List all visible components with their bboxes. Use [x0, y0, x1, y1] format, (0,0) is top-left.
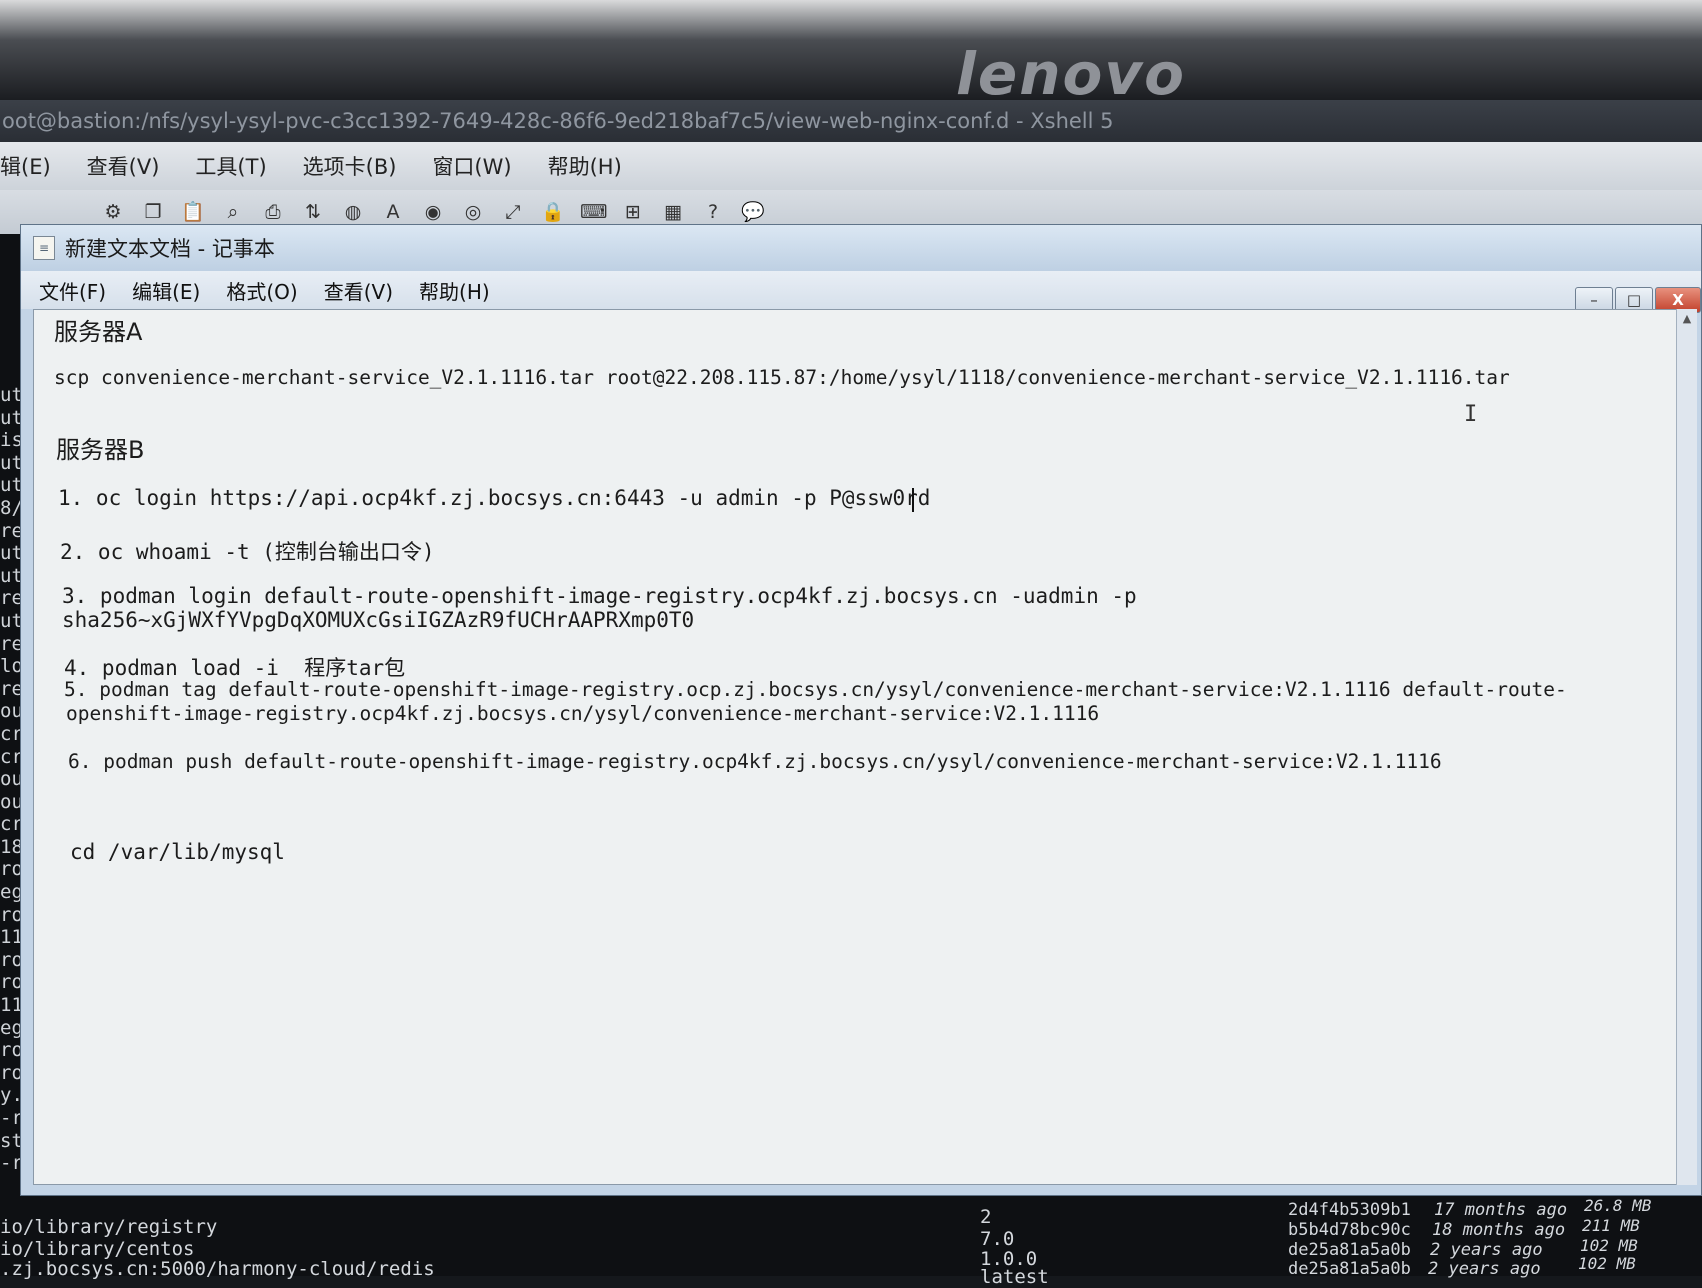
menu-file[interactable]: 文件(F)	[39, 276, 106, 305]
terminal-size: 102 MB	[1578, 1254, 1636, 1273]
vertical-scrollbar[interactable]: ▲	[1676, 309, 1697, 1185]
terminal-created: 17 months ago	[1434, 1200, 1568, 1220]
xshell-menu-window[interactable]: 窗口(W)	[432, 151, 511, 181]
step-1-line: 1. oc login https://api.ocp4kf.zj.bocsys…	[58, 486, 931, 510]
lock-icon[interactable]: 🔒	[540, 200, 566, 224]
step-3-line-2: sha256~xGjWXfYVpgDqXOMUXcGsiIGZAzR9fUCHr…	[62, 608, 695, 632]
notepad-title-text: 新建文本文档 - 记事本	[65, 237, 275, 261]
menu-edit[interactable]: 编辑(E)	[132, 276, 200, 305]
terminal-image-id: de25a81a5a0b	[1288, 1259, 1411, 1279]
step-2-line: 2. oc whoami -t (控制台输出口令)	[60, 540, 435, 564]
xshell-title-bar: oot@bastion:/nfs/ysyl-ysyl-pvc-c3cc1392-…	[0, 100, 1702, 142]
search-icon[interactable]: ⌕	[220, 200, 246, 224]
font-icon[interactable]: A	[380, 200, 406, 224]
xshell-menu-bar: 辑(E) 查看(V) 工具(T) 选项卡(B) 窗口(W) 帮助(H)	[0, 142, 1702, 190]
xshell-menu-help[interactable]: 帮助(H)	[548, 151, 622, 181]
transfer-icon[interactable]: ⇅	[300, 200, 326, 224]
menu-view[interactable]: 查看(V)	[324, 276, 393, 305]
terminal-tag: 2	[980, 1206, 992, 1228]
globe-icon[interactable]: ◍	[340, 200, 366, 224]
print-icon[interactable]: ⎙	[260, 200, 286, 224]
terminal-image-id: 2d4f4b5309b1	[1288, 1200, 1411, 1220]
terminal-repo: io/library/centos	[0, 1238, 195, 1260]
step-5-line-1: 5. podman tag default-route-openshift-im…	[64, 678, 1567, 701]
terminal-image-id: b5b4d78bc90c	[1288, 1220, 1411, 1240]
notepad-app-icon: ≡	[33, 236, 55, 260]
menu-help[interactable]: 帮助(H)	[419, 276, 490, 305]
server-b-heading: 服务器B	[56, 436, 145, 464]
terminal-repo: .zj.bocsys.cn:5000/harmony-cloud/redis	[0, 1258, 435, 1280]
notepad-title-bar[interactable]: ≡ 新建文本文档 - 记事本	[21, 225, 1701, 271]
notepad-text-area[interactable]: 服务器A scp convenience-merchant-service_V2…	[33, 309, 1677, 1185]
terminal-size: 211 MB	[1582, 1216, 1640, 1235]
cd-command-line: cd /var/lib/mysql	[70, 840, 285, 864]
settings-icon[interactable]: ⚙	[100, 200, 126, 224]
xshell-menu-tools[interactable]: 工具(T)	[195, 151, 266, 181]
ibeam-cursor-icon: I	[1464, 402, 1478, 427]
xshell-title-text: oot@bastion:/nfs/ysyl-ysyl-pvc-c3cc1392-…	[2, 109, 1114, 133]
keyboard-icon[interactable]: ⌨	[580, 200, 607, 224]
monitor-bezel: lenovo	[0, 0, 1702, 108]
new-tab-icon[interactable]: ⊞	[620, 200, 646, 224]
chat-icon[interactable]: 💬	[740, 200, 766, 224]
fullscreen-icon[interactable]: ⤢	[500, 200, 526, 224]
terminal-created: 2 years ago	[1428, 1259, 1541, 1279]
terminal-created: 18 months ago	[1432, 1220, 1566, 1240]
step-5-line-2: openshift-image-registry.ocp4kf.zj.bocsy…	[66, 702, 1100, 725]
scroll-up-icon[interactable]: ▲	[1677, 309, 1697, 329]
paste-icon[interactable]: 📋	[180, 200, 206, 224]
step-3-line-1: 3. podman login default-route-openshift-…	[62, 584, 1137, 608]
text-cursor	[912, 488, 914, 512]
server-a-heading: 服务器A	[54, 318, 143, 346]
notepad-window: ≡ 新建文本文档 - 记事本 文件(F) 编辑(E) 格式(O) 查看(V) 帮…	[20, 224, 1702, 1196]
scp-command-line: scp convenience-merchant-service_V2.1.11…	[54, 366, 1510, 389]
terminal-bottom-strip: io/library/registry io/library/centos .z…	[0, 1196, 1702, 1288]
menu-format[interactable]: 格式(O)	[226, 276, 297, 305]
script-icon[interactable]: ◉	[420, 200, 446, 224]
record-icon[interactable]: ◎	[460, 200, 486, 224]
terminal-tag: latest	[980, 1266, 1049, 1288]
terminal-size: 26.8 MB	[1584, 1196, 1652, 1215]
step-6-line: 6. podman push default-route-openshift-i…	[68, 750, 1442, 773]
help-icon[interactable]: ?	[700, 200, 726, 224]
terminal-size: 102 MB	[1580, 1236, 1638, 1255]
terminal-image-id: de25a81a5a0b	[1288, 1240, 1411, 1260]
monitor-brand-logo: lenovo	[955, 40, 1186, 108]
notepad-menu-bar: 文件(F) 编辑(E) 格式(O) 查看(V) 帮助(H)	[21, 271, 1701, 309]
terminal-repo: io/library/registry	[0, 1216, 218, 1238]
xshell-menu-view[interactable]: 查看(V)	[87, 151, 160, 181]
xshell-menu-edit[interactable]: 辑(E)	[0, 151, 51, 181]
copy-icon[interactable]: ❐	[140, 200, 166, 224]
terminal-tag: 7.0	[980, 1228, 1015, 1250]
xshell-menu-tabs[interactable]: 选项卡(B)	[303, 151, 397, 181]
layout-icon[interactable]: ▦	[660, 200, 686, 224]
terminal-created: 2 years ago	[1430, 1240, 1543, 1260]
